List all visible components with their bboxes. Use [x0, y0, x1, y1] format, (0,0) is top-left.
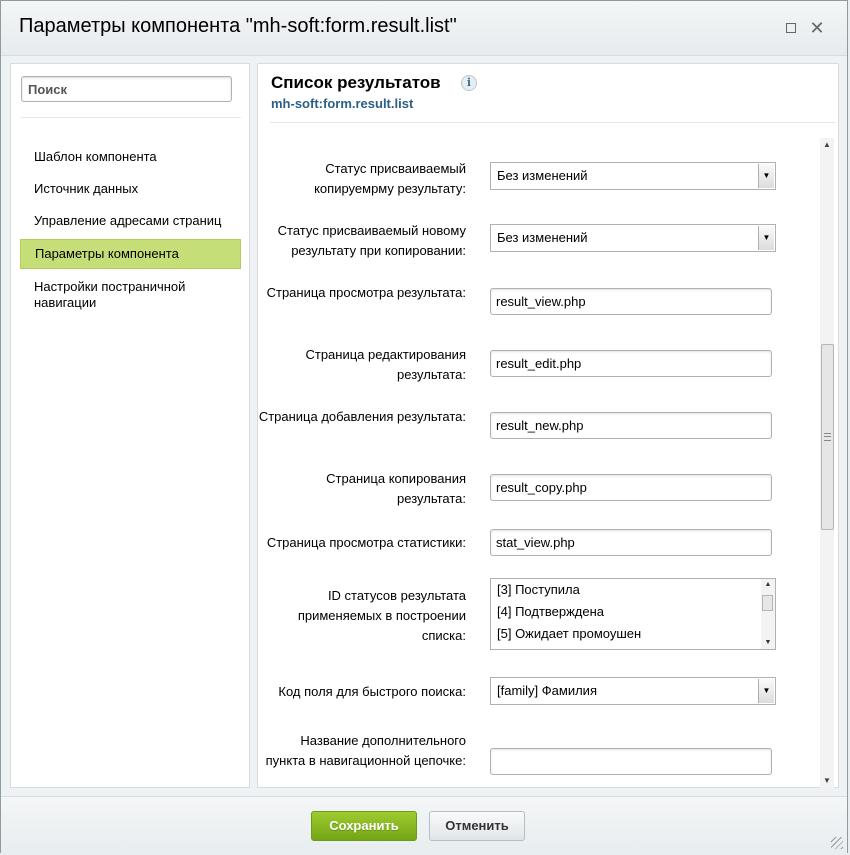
copy-page-input[interactable] [490, 474, 772, 501]
page-title: Список результатов [271, 73, 441, 92]
quick-search-value: [family] Фамилия [497, 683, 597, 698]
status-new-copy-select[interactable]: Без изменений ▼ [490, 224, 776, 252]
dialog-title: Параметры компонента "mh-soft:form.resul… [19, 15, 457, 37]
close-icon[interactable]: ✕ [807, 18, 827, 38]
component-code: mh-soft:form.result.list [271, 96, 414, 111]
stat-page-label: Страница просмотра статистики: [266, 535, 466, 550]
resize-handle[interactable] [831, 837, 843, 849]
status-new-copy-value: Без изменений [497, 230, 588, 245]
sidebar-item-url-management[interactable]: Управление адресами страниц [20, 207, 241, 235]
scrollbar-thumb[interactable] [821, 344, 834, 530]
scrollbar-thumb[interactable] [762, 595, 773, 611]
nav-chain-label: Название дополнительного пункта в навига… [265, 733, 466, 768]
quick-search-label: Код поля для быстрого поиска: [278, 684, 466, 699]
search-input[interactable] [21, 76, 232, 102]
dialog-footer: Сохранить Отменить [1, 796, 847, 853]
edit-page-input[interactable] [490, 350, 772, 377]
sidebar-item-data-source[interactable]: Источник данных [20, 175, 241, 203]
status-new-copy-label: Статус присваиваемый новому результату п… [277, 223, 466, 258]
info-icon[interactable]: i [461, 75, 477, 91]
sidebar-item-pagination[interactable]: Настройки постраничной навигации [20, 273, 241, 317]
header-divider [270, 122, 836, 123]
scroll-up-icon[interactable]: ▲ [761, 579, 775, 591]
sidebar-divider [21, 117, 241, 118]
main-panel: Список результатов i mh-soft:form.result… [257, 63, 839, 788]
chevron-down-icon: ▼ [758, 226, 774, 250]
multiselect-scrollbar[interactable]: ▲ ▼ [761, 579, 775, 649]
edit-page-label: Страница редактирования результата: [305, 347, 466, 382]
maximize-icon[interactable] [781, 18, 801, 38]
stat-page-input[interactable] [490, 529, 772, 556]
component-params-dialog: Параметры компонента "mh-soft:form.resul… [0, 0, 848, 853]
scroll-down-icon[interactable]: ▼ [820, 774, 834, 788]
nav-chain-input[interactable] [490, 748, 772, 775]
list-item[interactable]: [4] Подтверждена [491, 601, 775, 623]
dialog-titlebar[interactable]: Параметры компонента "mh-soft:form.resul… [1, 1, 847, 56]
view-page-label: Страница просмотра результата: [266, 285, 466, 300]
sidebar-item-component-params[interactable]: Параметры компонента [20, 239, 241, 269]
sidebar-nav: Шаблон компонента Источник данных Управл… [20, 143, 241, 317]
list-item[interactable]: [3] Поступила [491, 579, 775, 601]
scroll-up-icon[interactable]: ▲ [820, 138, 834, 152]
list-item[interactable]: [5] Ожидает промоушен [491, 623, 775, 645]
sidebar-item-template[interactable]: Шаблон компонента [20, 143, 241, 171]
status-ids-label: ID статусов результата применяемых в пос… [297, 588, 466, 643]
new-page-input[interactable] [490, 412, 772, 439]
status-copy-select[interactable]: Без изменений ▼ [490, 162, 776, 190]
status-copy-value: Без изменений [497, 168, 588, 183]
view-page-input[interactable] [490, 288, 772, 315]
new-page-label: Страница добавления результата: [258, 409, 466, 424]
scroll-down-icon[interactable]: ▼ [761, 637, 775, 649]
sidebar: Шаблон компонента Источник данных Управл… [10, 63, 250, 788]
chevron-down-icon: ▼ [758, 164, 774, 188]
main-scrollbar[interactable]: ▲ ▼ [820, 138, 834, 788]
chevron-down-icon: ▼ [758, 679, 774, 703]
copy-page-label: Страница копирования результата: [326, 471, 466, 506]
status-ids-multiselect[interactable]: [3] Поступила [4] Подтверждена [5] Ожида… [490, 578, 776, 650]
status-copy-label: Статус присваиваемый копируемрму результ… [314, 161, 466, 196]
save-button[interactable]: Сохранить [311, 811, 417, 841]
cancel-button[interactable]: Отменить [429, 811, 525, 841]
quick-search-select[interactable]: [family] Фамилия ▼ [490, 677, 776, 705]
